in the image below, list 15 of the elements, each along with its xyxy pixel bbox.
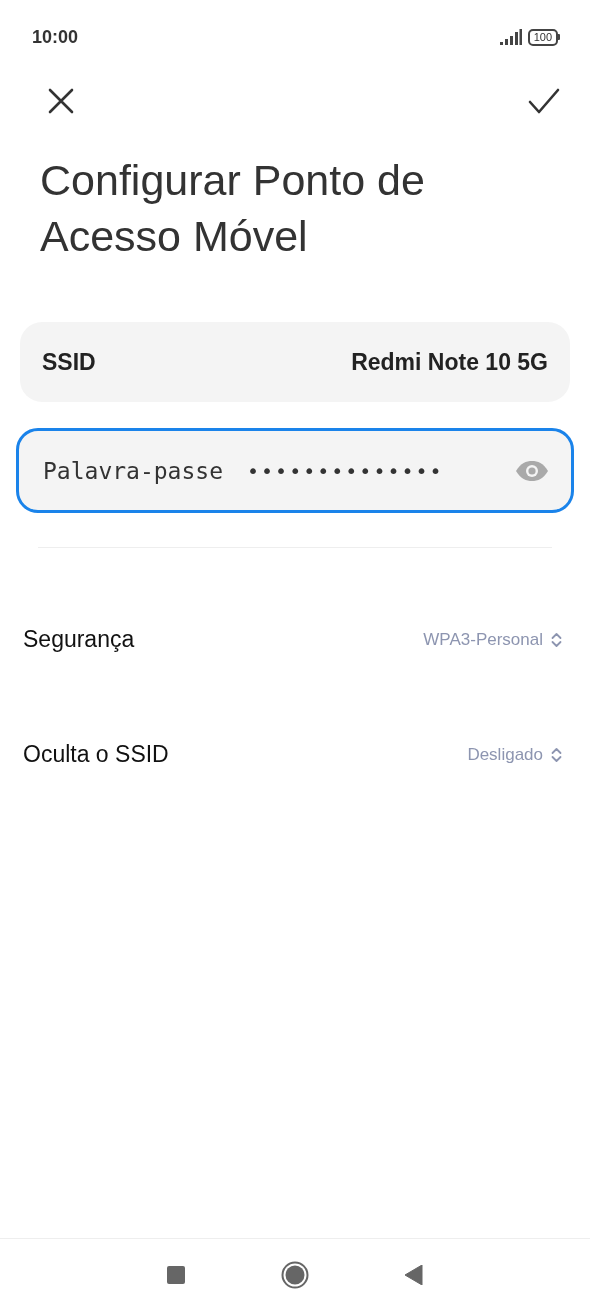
- password-field[interactable]: Palavra-passe ••••••••••••••: [16, 428, 574, 513]
- home-circle-icon[interactable]: [281, 1260, 309, 1289]
- status-time: 10:00: [32, 26, 79, 48]
- back-triangle-icon[interactable]: [405, 1264, 423, 1285]
- battery-icon: 100: [527, 28, 560, 46]
- page-title: Configurar Ponto de Acesso Móvel: [40, 155, 426, 262]
- setting-label: Oculta o SSID: [23, 741, 169, 768]
- up-down-chevron-icon[interactable]: [551, 746, 562, 763]
- ssid-field[interactable]: SSID Redmi Note 10 5G: [20, 322, 570, 402]
- close-icon[interactable]: [48, 88, 74, 114]
- setting-label: Segurança: [23, 626, 135, 653]
- up-down-chevron-icon[interactable]: [551, 631, 562, 648]
- recents-square-icon[interactable]: [167, 1265, 185, 1284]
- signal-icon: [499, 29, 522, 45]
- confirm-check-icon[interactable]: [528, 88, 560, 114]
